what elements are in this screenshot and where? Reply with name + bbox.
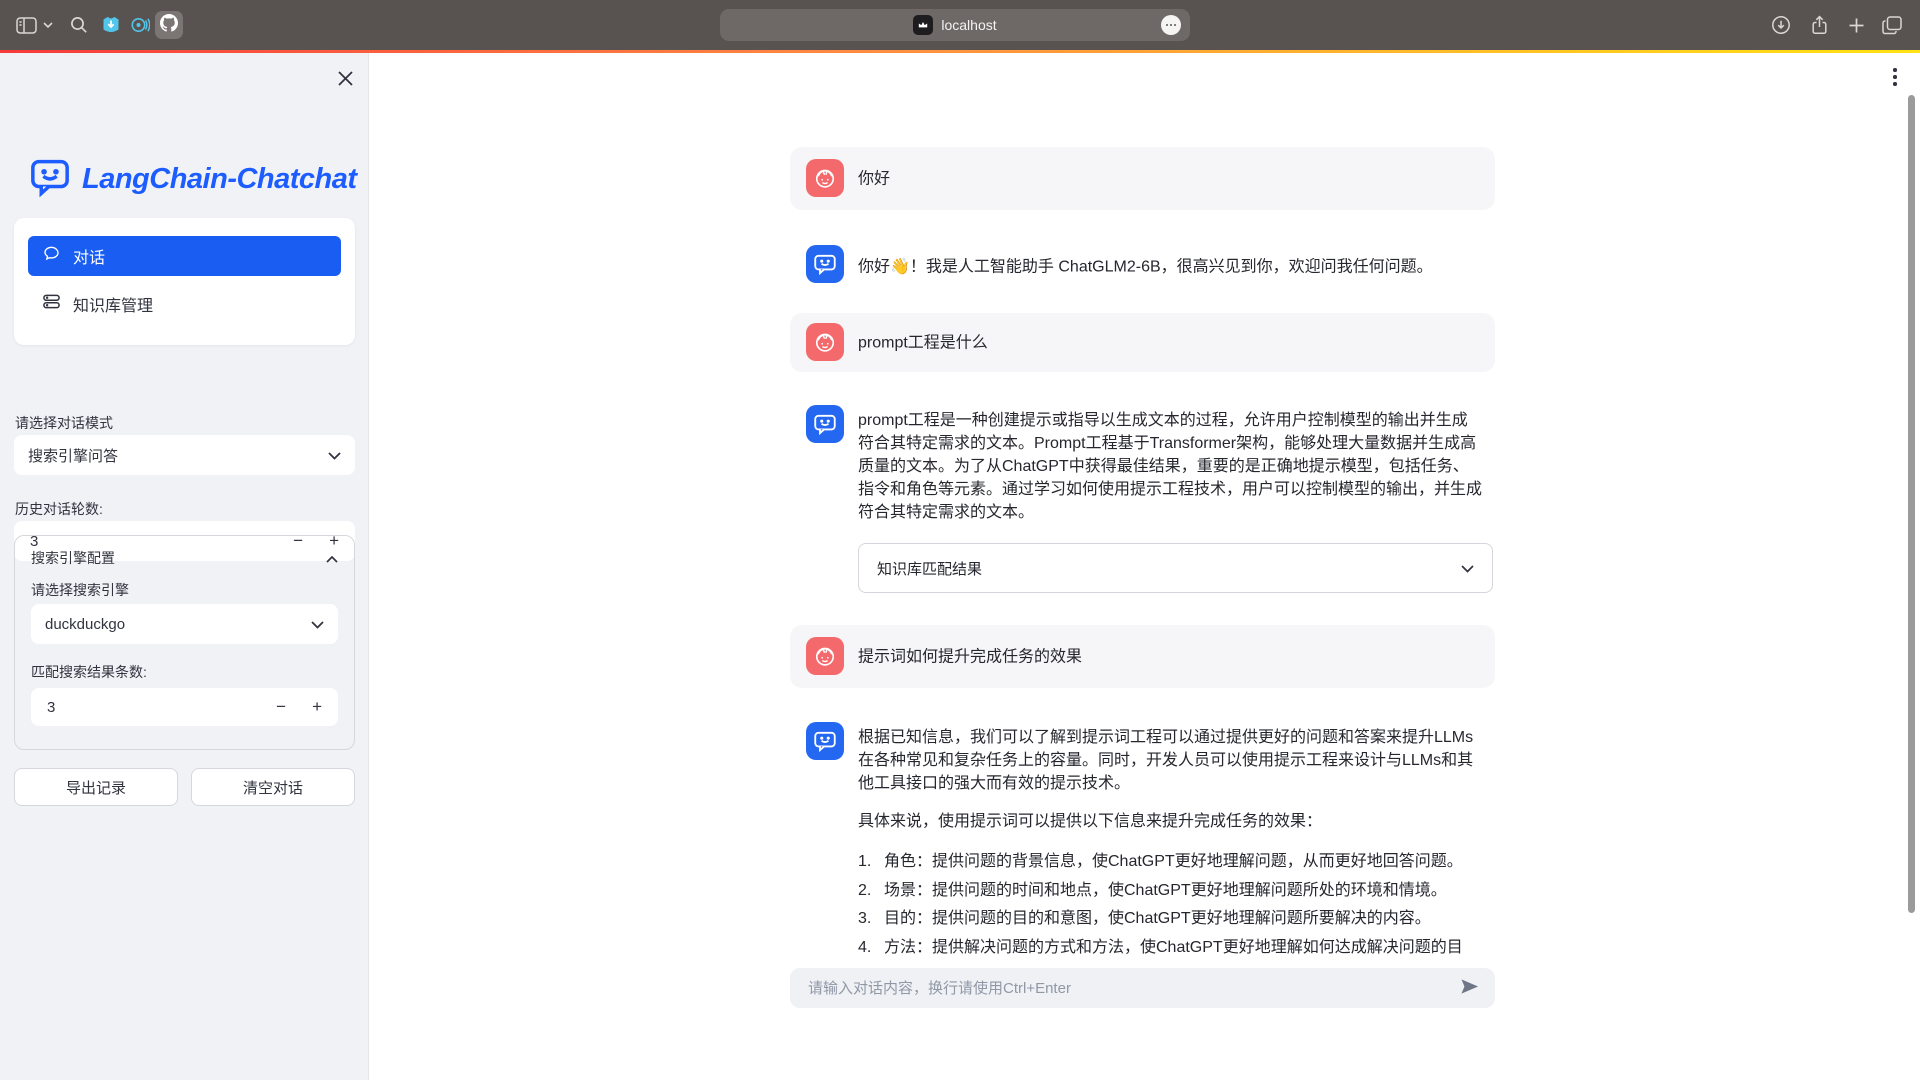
chat-input-box[interactable] (790, 968, 1495, 1008)
list-item: 1. 角色：提供问题的背景信息，使ChatGPT更好地理解问题，从而更好地回答问… (858, 850, 1483, 873)
dialogue-mode-label: 请选择对话模式 (15, 413, 113, 433)
assistant-message: 你好👋！我是人工智能助手 ChatGLM2-6B，很高兴见到你，欢迎问我任何问题… (790, 239, 1495, 295)
search-button[interactable] (66, 0, 92, 50)
expander-title: 搜索引擎配置 (31, 548, 115, 568)
github-icon (160, 14, 178, 37)
knowledge-base-icon (42, 292, 61, 316)
history-rounds-label: 历史对话轮数: (15, 499, 103, 519)
nav-item-dialogue[interactable]: 对话 (28, 236, 341, 276)
logo-chat-icon (28, 156, 72, 203)
close-icon (337, 75, 354, 90)
address-bar[interactable]: localhost (720, 9, 1190, 41)
sidebar-close-button[interactable] (334, 69, 356, 91)
list-item-number: 2. (858, 879, 884, 902)
tab-overview-button[interactable] (1878, 0, 1906, 50)
message-text: prompt工程是一种创建提示或指导以生成文本的过程，允许用户控制模型的输出并生… (858, 409, 1483, 524)
list-item-text: 角色：提供问题的背景信息，使ChatGPT更好地理解问题，从而更好地回答问题。 (884, 850, 1463, 873)
message-text: 你好👋！我是人工智能助手 ChatGLM2-6B，很高兴见到你，欢迎问我任何问题… (858, 256, 1483, 279)
expander-header[interactable]: 搜索引擎配置 (15, 536, 354, 580)
chat-bubble-icon (42, 244, 61, 268)
send-button[interactable] (1460, 978, 1479, 998)
logo-text: LangChain-Chatchat (82, 163, 357, 196)
sidebar-actions: 导出记录 清空对话 (14, 768, 355, 806)
new-tab-button[interactable] (1843, 0, 1869, 50)
user-avatar-icon (806, 637, 844, 675)
search-engine-select[interactable]: duckduckgo (31, 604, 338, 644)
chevron-down-icon (311, 616, 324, 633)
user-message: 提示词如何提升完成任务的效果 (790, 625, 1495, 688)
message-paragraph: 具体来说，使用提示词可以提供以下信息来提升完成任务的效果： (858, 810, 1483, 833)
message-text: 你好 (858, 167, 1483, 190)
list-item: 2. 场景：提供问题的时间和地点，使ChatGPT更好地理解问题所处的环境和情境… (858, 879, 1483, 902)
message-text: prompt工程是什么 (858, 331, 1483, 354)
assistant-message: prompt工程是一种创建提示或指导以生成文本的过程，允许用户控制模型的输出并生… (790, 405, 1495, 595)
dialogue-mode-select[interactable]: 搜索引擎问答 (14, 435, 355, 475)
expander-label: 知识库匹配结果 (877, 558, 982, 579)
assistant-avatar-icon (806, 245, 844, 283)
share-button[interactable] (1806, 0, 1832, 50)
match-results-value: 3 (47, 699, 55, 716)
new-tab-icon (1848, 17, 1865, 34)
chevron-up-icon (326, 550, 338, 566)
clear-dialogue-button[interactable]: 清空对话 (191, 768, 355, 806)
share-icon (1810, 15, 1829, 35)
increment-button[interactable]: + (312, 697, 322, 717)
chevron-down-icon (1461, 560, 1474, 577)
search-engine-label: 请选择搜索引擎 (31, 580, 129, 600)
send-icon (1460, 978, 1479, 998)
list-item-number: 3. (858, 907, 884, 930)
export-records-button[interactable]: 导出记录 (14, 768, 178, 806)
user-avatar-icon (806, 323, 844, 361)
browser-window: localhost (0, 0, 1920, 1080)
decrement-button[interactable]: − (276, 697, 286, 717)
extension-download-icon (101, 15, 121, 35)
match-results-label: 匹配搜索结果条数: (31, 662, 147, 682)
github-extension-button[interactable] (155, 11, 183, 39)
extension-ring-button[interactable] (127, 0, 153, 50)
list-item: 3. 目的：提供问题的目的和意图，使ChatGPT更好地理解问题所要解决的内容。 (858, 907, 1483, 930)
nav-item-label: 知识库管理 (73, 292, 153, 316)
app-logo: LangChain-Chatchat (28, 156, 357, 203)
chat-main: 你好 你好👋！我是人工智能助手 ChatGLM2-6B，很高兴见到你，欢迎问我任… (369, 53, 1920, 1080)
user-avatar-icon (806, 159, 844, 197)
kb-match-results-expander[interactable]: 知识库匹配结果 (858, 543, 1493, 593)
list-item-number: 1. (858, 850, 884, 873)
dialogue-mode-value: 搜索引擎问答 (28, 445, 118, 466)
chat-input-area (369, 958, 1920, 1080)
message-text: 提示词如何提升完成任务的效果 (858, 645, 1483, 668)
page-settings-button[interactable] (1161, 15, 1181, 35)
nav-item-knowledge-base[interactable]: 知识库管理 (28, 282, 341, 326)
app-menu-button[interactable] (1886, 66, 1904, 90)
search-icon (70, 16, 88, 34)
chat-input[interactable] (806, 979, 1450, 998)
sidebar-toggle-button[interactable] (14, 0, 38, 50)
chat-history: 你好 你好👋！我是人工智能助手 ChatGLM2-6B，很高兴见到你，欢迎问我任… (790, 53, 1495, 1080)
extension-download-button[interactable] (98, 0, 124, 50)
user-message: 你好 (790, 147, 1495, 210)
list-item-text: 场景：提供问题的时间和地点，使ChatGPT更好地理解问题所处的环境和情境。 (884, 879, 1447, 902)
downloads-button[interactable] (1768, 0, 1794, 50)
user-message: prompt工程是什么 (790, 313, 1495, 372)
nav-item-label: 对话 (73, 244, 105, 268)
site-favicon (913, 15, 933, 35)
message-paragraph: 根据已知信息，我们可以了解到提示词工程可以通过提供更好的问题和答案来提升LLMs… (858, 726, 1483, 795)
assistant-avatar-icon (806, 722, 844, 760)
scrollbar-thumb[interactable] (1908, 95, 1915, 913)
search-engine-config-expander: 搜索引擎配置 请选择搜索引擎 duckduckgo 匹配搜索结果条数: 3 − … (14, 535, 355, 750)
sidebar-chevron-button[interactable] (41, 0, 55, 50)
sidebar-toggle-icon (16, 17, 37, 34)
assistant-avatar-icon (806, 405, 844, 443)
url-text: localhost (941, 17, 996, 33)
list-item-text: 目的：提供问题的目的和意图，使ChatGPT更好地理解问题所要解决的内容。 (884, 907, 1431, 930)
search-engine-value: duckduckgo (45, 616, 125, 633)
chevron-down-icon (43, 22, 53, 28)
extension-ring-icon (130, 15, 150, 35)
tab-overview-icon (1882, 16, 1902, 35)
chevron-down-icon (328, 447, 341, 464)
nav-menu: 对话 知识库管理 (14, 218, 355, 345)
download-icon (1771, 15, 1791, 35)
browser-toolbar: localhost (0, 0, 1920, 50)
app-sidebar: LangChain-Chatchat 对话 知识库管理 请选择对话模式 搜索引擎… (0, 53, 369, 1080)
match-results-input[interactable]: 3 − + (31, 688, 338, 726)
